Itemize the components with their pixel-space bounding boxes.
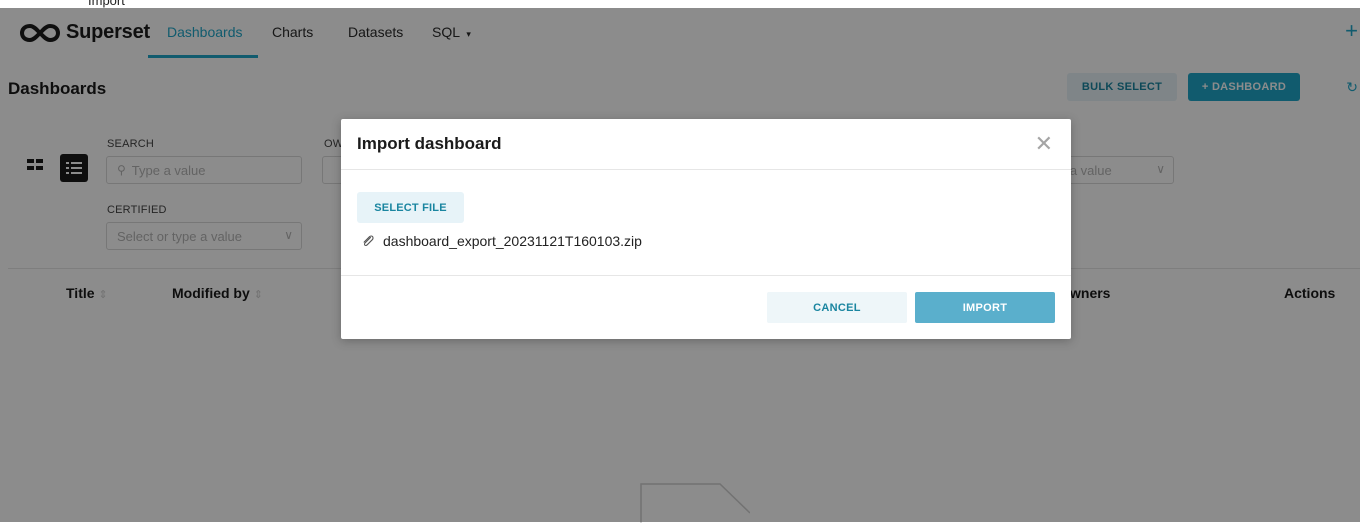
modal-footer-divider [341, 275, 1071, 276]
superset-app: Import Superset Dashboards Charts Datase… [0, 0, 1360, 523]
modal-title: Import dashboard [357, 134, 502, 153]
import-button[interactable]: IMPORT [915, 292, 1055, 323]
select-file-button[interactable]: SELECT FILE [357, 192, 464, 223]
import-dashboard-modal: Import dashboard ✕ SELECT FILE dashboard… [341, 119, 1071, 339]
selected-file-row: dashboard_export_20231121T160103.zip [361, 233, 642, 249]
paperclip-icon [363, 235, 374, 247]
cancel-button[interactable]: CANCEL [767, 292, 907, 323]
close-icon[interactable]: ✕ [1035, 133, 1053, 155]
screenshot-header-text: Import [88, 0, 125, 8]
modal-header: Import dashboard ✕ [341, 119, 1071, 170]
screenshot-top-strip: Import [0, 0, 1360, 8]
selected-file-name: dashboard_export_20231121T160103.zip [383, 233, 642, 249]
